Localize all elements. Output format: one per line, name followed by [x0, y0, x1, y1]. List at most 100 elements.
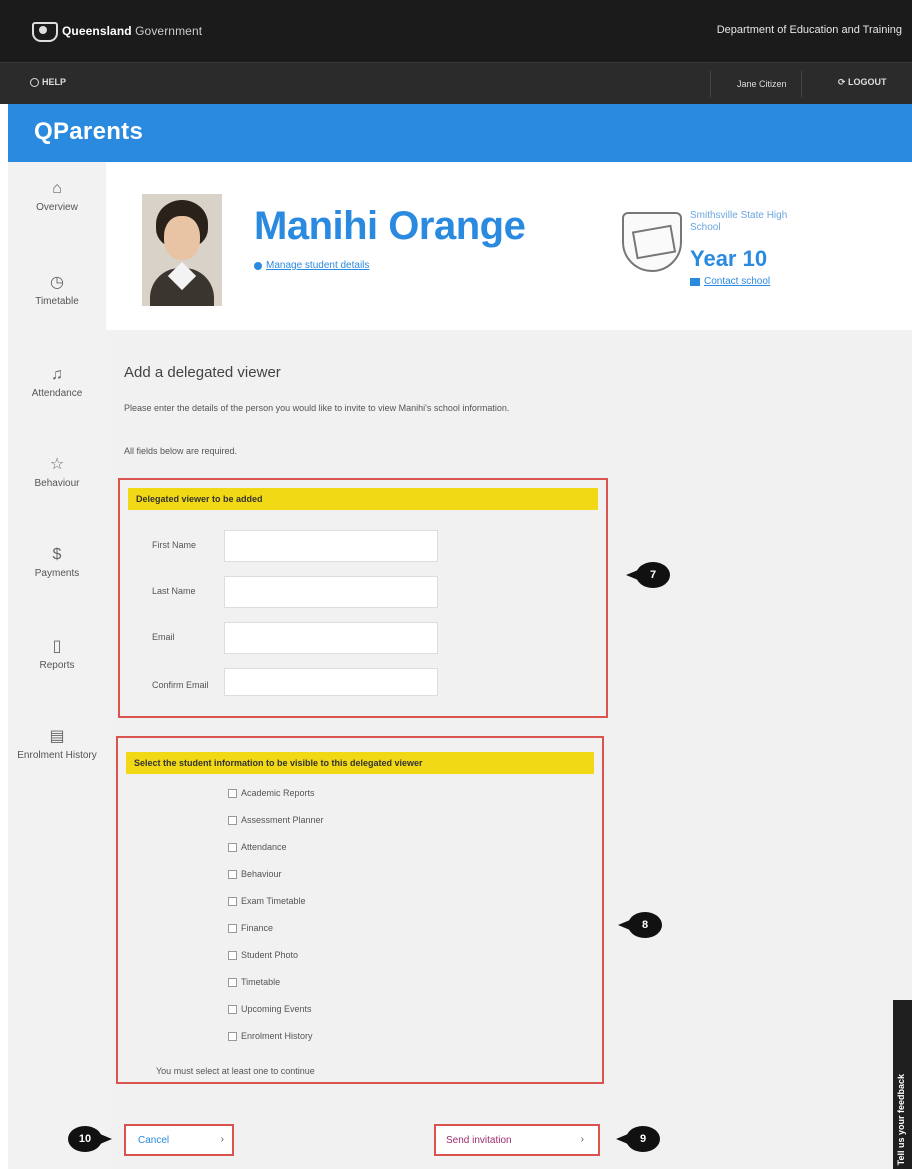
- callout-7: 7: [626, 562, 670, 588]
- send-label: Send invitation: [446, 1134, 512, 1146]
- sidebar-item-label: Overview: [36, 202, 78, 213]
- option-attendance[interactable]: Attendance: [228, 842, 287, 852]
- checkbox[interactable]: [228, 950, 237, 960]
- option-label: Upcoming Events: [241, 1004, 312, 1014]
- sidebar-item-label: Attendance: [31, 388, 83, 399]
- sidebar: ⌂ Overview ◷ Timetable ♫ Attendance ☆ Be…: [8, 162, 106, 1169]
- logout-label: LOGOUT: [848, 77, 887, 87]
- required-note: All fields below are required.: [124, 446, 238, 456]
- gov-name-bold: Queensland: [62, 24, 132, 38]
- confirm-email-input[interactable]: [224, 668, 438, 696]
- option-label: Exam Timetable: [241, 896, 306, 906]
- email-input[interactable]: [224, 622, 438, 654]
- checkbox[interactable]: [228, 1031, 237, 1041]
- option-label: Finance: [241, 923, 274, 933]
- bell-icon: ♫: [51, 366, 63, 383]
- option-label: Enrolment History: [241, 1031, 313, 1041]
- cancel-label: Cancel: [138, 1134, 170, 1146]
- callout-10: 10: [68, 1126, 112, 1152]
- option-label: Assessment Planner: [241, 815, 324, 825]
- school-crest-icon: [622, 212, 682, 272]
- sidebar-item-timetable[interactable]: ◷ Timetable: [8, 274, 106, 307]
- cancel-button[interactable]: Cancel ›: [124, 1124, 234, 1156]
- school-name-link[interactable]: Smithsville State High School: [690, 210, 820, 234]
- email-label: Email: [152, 632, 175, 642]
- confirm-email-label: Confirm Email: [152, 680, 209, 690]
- student-header: Manihi Orange Manage student details Smi…: [106, 162, 912, 330]
- logout-link[interactable]: ⟳ LOGOUT: [838, 77, 887, 88]
- first-name-label: First Name: [152, 540, 197, 550]
- feedback-label: Tell us your feedback: [896, 1073, 906, 1165]
- contact-link-label: Contact school: [704, 276, 771, 287]
- checkbox[interactable]: [228, 788, 237, 798]
- star-icon: ☆: [49, 456, 65, 473]
- sidebar-item-overview[interactable]: ⌂ Overview: [8, 180, 106, 213]
- user-menu[interactable]: Jane Citizen: [710, 71, 802, 97]
- settings-icon: [254, 261, 262, 270]
- manage-link-label: Manage student details: [266, 260, 370, 271]
- option-label: Student Photo: [241, 950, 299, 960]
- sidebar-item-attendance[interactable]: ♫ Attendance: [8, 366, 106, 399]
- options-hint: You must select at least one to continue: [156, 1066, 315, 1076]
- option-timetable[interactable]: Timetable: [228, 977, 280, 987]
- option-label: Academic Reports: [241, 788, 315, 798]
- dollar-icon: $: [52, 546, 62, 563]
- manage-student-details-link[interactable]: Manage student details: [254, 260, 369, 271]
- option-upcoming-events[interactable]: Upcoming Events: [228, 1004, 312, 1014]
- last-name-label: Last Name: [152, 586, 196, 596]
- page-title: Add a delegated viewer: [124, 364, 281, 381]
- checkbox[interactable]: [228, 1004, 237, 1014]
- queensland-government-logo[interactable]: Queensland Government: [30, 20, 202, 42]
- option-label: Timetable: [241, 977, 281, 987]
- sidebar-item-label: Reports: [39, 660, 75, 671]
- option-label: Behaviour: [241, 869, 282, 879]
- feedback-tab[interactable]: Tell us your feedback: [893, 1000, 912, 1169]
- chevron-right-icon: ›: [220, 1134, 224, 1145]
- department-name: Department of Education and Training: [716, 24, 902, 36]
- sidebar-item-label: Behaviour: [34, 478, 80, 489]
- gov-name-light: Government: [135, 24, 203, 38]
- option-finance[interactable]: Finance: [228, 923, 273, 933]
- year-level: Year 10: [690, 246, 768, 271]
- user-name: Jane Citizen: [737, 79, 787, 89]
- option-assessment-planner[interactable]: Assessment Planner: [228, 815, 324, 825]
- sidebar-item-label: Payments: [34, 568, 80, 579]
- checkbox[interactable]: [228, 869, 237, 879]
- option-student-photo[interactable]: Student Photo: [228, 950, 298, 960]
- contact-school-link[interactable]: Contact school: [690, 276, 770, 287]
- option-enrolment-history[interactable]: Enrolment History: [228, 1031, 313, 1041]
- brand-bar: QParents: [8, 104, 912, 162]
- help-icon: [30, 77, 39, 87]
- checkbox[interactable]: [228, 842, 237, 852]
- checkbox[interactable]: [228, 896, 237, 906]
- sidebar-item-payments[interactable]: $ Payments: [8, 546, 106, 579]
- intro-text: Please enter the details of the person y…: [124, 403, 510, 413]
- sidebar-item-label: Timetable: [35, 296, 79, 307]
- checkbox[interactable]: [228, 977, 237, 987]
- send-invitation-button[interactable]: Send invitation ›: [434, 1124, 600, 1156]
- last-name-input[interactable]: [224, 576, 438, 608]
- sidebar-item-behaviour[interactable]: ☆ Behaviour: [8, 456, 106, 489]
- option-behaviour[interactable]: Behaviour: [228, 869, 282, 879]
- callout-9: 9: [616, 1126, 660, 1152]
- checkbox[interactable]: [228, 815, 237, 825]
- history-icon: ▤: [49, 728, 65, 745]
- visibility-options-panel: Select the student information to be vis…: [116, 736, 604, 1084]
- option-exam-timetable[interactable]: Exam Timetable: [228, 896, 306, 906]
- sidebar-item-reports[interactable]: ▯ Reports: [8, 638, 106, 671]
- student-photo: [142, 194, 222, 306]
- utility-bar: HELP Jane Citizen ⟳ LOGOUT: [0, 62, 912, 104]
- callout-8: 8: [618, 912, 662, 938]
- sidebar-item-enrolment-history[interactable]: ▤ Enrolment History: [8, 728, 106, 761]
- first-name-input[interactable]: [224, 530, 438, 562]
- option-academic-reports[interactable]: Academic Reports: [228, 788, 315, 798]
- checkbox[interactable]: [228, 923, 237, 933]
- app-title[interactable]: QParents: [34, 118, 143, 146]
- help-link[interactable]: HELP: [30, 77, 66, 87]
- section-heading: Select the student information to be vis…: [126, 752, 594, 774]
- sidebar-item-label: Enrolment History: [17, 750, 97, 761]
- student-name: Manihi Orange: [254, 204, 526, 248]
- home-icon: ⌂: [52, 180, 62, 197]
- government-header: Queensland Government Department of Educ…: [0, 0, 912, 62]
- help-label: HELP: [42, 77, 67, 87]
